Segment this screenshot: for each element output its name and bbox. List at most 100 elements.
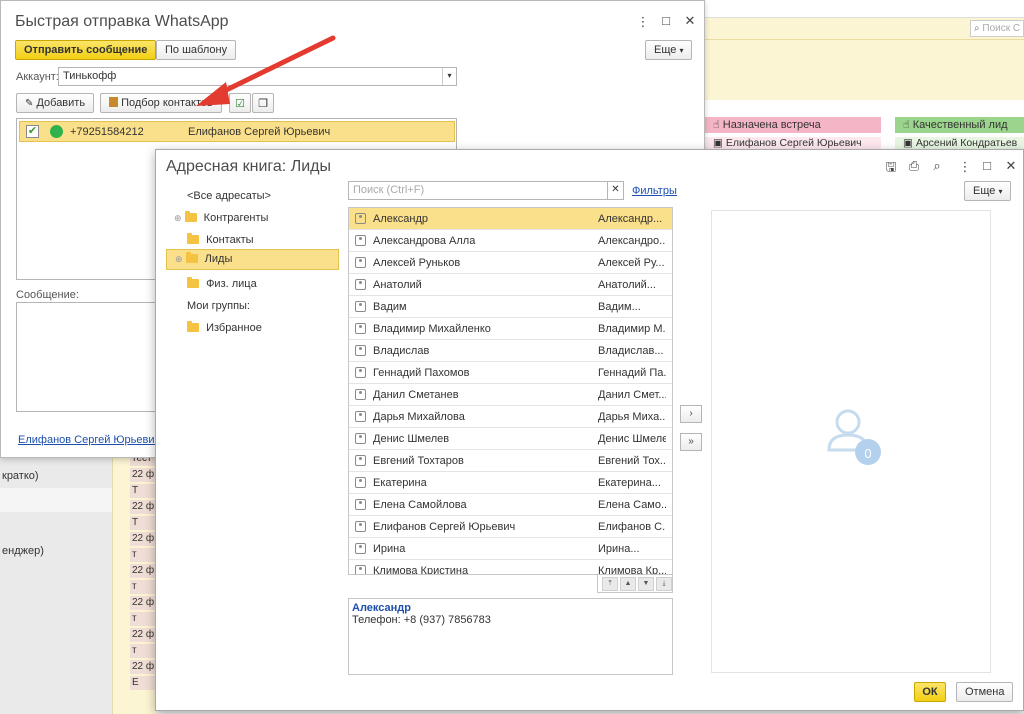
lead-name: Евгений Тохтаров bbox=[373, 455, 464, 467]
scroll-top-icon[interactable]: ⤒ bbox=[602, 577, 618, 591]
table-row[interactable]: ✔ +79251584212 Елифанов Сергей Юрьевич bbox=[19, 121, 455, 142]
contact-icon bbox=[355, 279, 366, 290]
more-button[interactable]: Еще ▾ bbox=[645, 40, 693, 60]
hand-icon: ☝ bbox=[903, 119, 910, 131]
tree-label: Физ. лица bbox=[206, 278, 257, 290]
filters-link[interactable]: Фильтры bbox=[632, 185, 677, 197]
contact-icon bbox=[355, 499, 366, 510]
tree-label: Контрагенты bbox=[203, 212, 269, 224]
list-item[interactable]: Владимир Михайленко Владимир М... bbox=[349, 318, 672, 340]
kanban-stage-qualified[interactable]: ☝ Качественный лид bbox=[895, 117, 1024, 133]
print-icon[interactable]: ⎙ bbox=[906, 158, 922, 174]
lead-name: Вадим bbox=[373, 301, 407, 313]
background-mini-card-line: т bbox=[130, 644, 155, 658]
tree-item-counterparties[interactable]: ⊕ Контрагенты bbox=[174, 208, 268, 230]
contact-icon bbox=[355, 411, 366, 422]
lead-name: Алексей Руньков bbox=[373, 257, 461, 269]
list-item[interactable]: Евгений Тохтаров Евгений Тох... bbox=[349, 450, 672, 472]
detail-name[interactable]: Александр bbox=[352, 602, 669, 614]
list-item[interactable]: Елена Самойлова Елена Само... bbox=[349, 494, 672, 516]
background-mini-card-line: 22 ф bbox=[130, 468, 155, 482]
expand-icon[interactable]: ⊕ bbox=[174, 213, 182, 223]
list-item[interactable]: Елифанов Сергей Юрьевич Елифанов С... bbox=[349, 516, 672, 538]
clear-search-icon[interactable]: ✕ bbox=[608, 181, 624, 200]
lead-short-name: Евгений Тох... bbox=[598, 455, 666, 467]
more-button[interactable]: Еще ▾ bbox=[964, 181, 1012, 201]
row-checkbox[interactable]: ✔ bbox=[26, 125, 39, 138]
ok-button[interactable]: ОК bbox=[914, 682, 946, 702]
lead-short-name: Ирина... bbox=[598, 543, 640, 555]
more-actions-icon[interactable]: ⋮ bbox=[957, 159, 973, 175]
selected-recipients-panel: 0 bbox=[711, 210, 991, 673]
list-item[interactable]: Дарья Михайлова Дарья Миха... bbox=[349, 406, 672, 428]
maximize-icon[interactable]: □ bbox=[658, 13, 674, 28]
contact-link[interactable]: Елифанов Сергей Юрьевич bbox=[18, 434, 160, 446]
list-item[interactable]: Екатерина Екатерина... bbox=[349, 472, 672, 494]
kanban-stage-meeting[interactable]: ☝ Назначена встреча bbox=[705, 117, 881, 133]
folder-icon bbox=[184, 211, 197, 222]
contact-icon bbox=[355, 213, 366, 224]
list-item[interactable]: Вадим Вадим... bbox=[349, 296, 672, 318]
close-icon[interactable]: ✕ bbox=[682, 13, 698, 29]
lead-short-name: Владимир М... bbox=[598, 323, 666, 335]
contact-name: Елифанов Сергей Юрьевич bbox=[188, 126, 331, 138]
add-selected-button[interactable]: › bbox=[680, 405, 702, 423]
list-item[interactable]: Данил Сметанев Данил Смет... bbox=[349, 384, 672, 406]
tree-item-favorites[interactable]: Избранное bbox=[187, 318, 262, 340]
account-label: Аккаунт: bbox=[16, 71, 59, 83]
list-item[interactable]: Ирина Ирина... bbox=[349, 538, 672, 560]
close-icon[interactable]: ✕ bbox=[1003, 158, 1019, 174]
lead-short-name: Денис Шмелев bbox=[598, 433, 666, 445]
background-sidebar-item[interactable]: енджер) bbox=[0, 541, 112, 563]
contact-phone: +79251584212 bbox=[70, 126, 144, 138]
contact-icon bbox=[355, 521, 366, 532]
background-mini-card-line: 22 ф bbox=[130, 596, 155, 610]
lead-name: Анатолий bbox=[373, 279, 422, 291]
lead-name: Геннадий Пахомов bbox=[373, 367, 470, 379]
add-all-button[interactable]: » bbox=[680, 433, 702, 451]
background-search-field[interactable]: ⌕ Поиск С bbox=[970, 20, 1024, 37]
tree-item-all[interactable]: <Все адресаты> bbox=[187, 186, 271, 208]
zoom-icon[interactable]: ⌕ bbox=[929, 158, 945, 174]
lead-short-name: Владислав... bbox=[598, 345, 664, 357]
list-item[interactable]: Александр Александр... bbox=[349, 208, 672, 230]
tree-label: Контакты bbox=[206, 234, 254, 246]
contact-icon bbox=[355, 345, 366, 356]
lead-name: Екатерина bbox=[373, 477, 427, 489]
background-sidebar-item[interactable]: кратко) bbox=[0, 466, 112, 488]
maximize-icon[interactable]: □ bbox=[979, 158, 995, 173]
scroll-bottom-icon[interactable]: ⤓ bbox=[656, 577, 672, 591]
more-button-label: Еще bbox=[654, 44, 677, 56]
background-mini-card-line: т bbox=[130, 548, 155, 562]
list-item[interactable]: Алексей Руньков Алексей Ру... bbox=[349, 252, 672, 274]
lead-short-name: Александр... bbox=[598, 213, 663, 225]
add-button[interactable]: ✎ Добавить bbox=[16, 93, 95, 113]
dialog-title: Адресная книга: Лиды bbox=[166, 158, 331, 175]
search-input[interactable]: Поиск (Ctrl+F) bbox=[348, 181, 608, 200]
list-item[interactable]: Геннадий Пахомов Геннадий Па... bbox=[349, 362, 672, 384]
background-mini-cards: тест 22 ф Т 22 ф Т 22 ф т 22 ф т 22 ф т 22 ф т 22 фЕ bbox=[130, 452, 155, 692]
lead-name: Елифанов Сергей Юрьевич bbox=[373, 521, 516, 533]
more-actions-icon[interactable]: ⋮ bbox=[635, 14, 651, 30]
list-item[interactable]: Анатолий Анатолий... bbox=[349, 274, 672, 296]
background-mini-card-line: 22 ф bbox=[130, 660, 155, 674]
list-item[interactable]: Климова Кристина Климова Кр... bbox=[349, 560, 672, 574]
lead-name: Александрова Алла bbox=[373, 235, 476, 247]
tree-item-leads[interactable]: ⊕ Лиды bbox=[166, 249, 339, 270]
tree-item-individuals[interactable]: Физ. лица bbox=[187, 274, 257, 296]
save-icon[interactable]: 🖫 bbox=[883, 158, 899, 180]
send-message-button[interactable]: Отправить сообщение bbox=[15, 40, 157, 60]
hand-icon: ☝ bbox=[713, 119, 720, 131]
background-mini-card-line: 22 ф bbox=[130, 564, 155, 578]
scroll-up-icon[interactable]: ▲ bbox=[620, 577, 636, 591]
expand-icon[interactable]: ⊕ bbox=[175, 254, 183, 264]
dropdown-arrow-icon[interactable]: ▾ bbox=[442, 68, 456, 85]
list-item[interactable]: Александрова Алла Александро... bbox=[349, 230, 672, 252]
list-item[interactable]: Денис Шмелев Денис Шмелев bbox=[349, 428, 672, 450]
cancel-button[interactable]: Отмена bbox=[956, 682, 1014, 702]
folder-icon bbox=[187, 277, 199, 288]
contact-icon bbox=[355, 235, 366, 246]
list-item[interactable]: Владислав Владислав... bbox=[349, 340, 672, 362]
contact-icon bbox=[355, 543, 366, 554]
scroll-down-icon[interactable]: ▼ bbox=[638, 577, 654, 591]
